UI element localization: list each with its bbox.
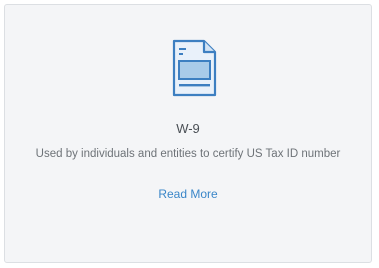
form-card[interactable]: W-9 Used by individuals and entities to … [4, 4, 372, 263]
read-more-link[interactable]: Read More [5, 187, 371, 201]
card-title: W-9 [176, 121, 200, 136]
card-description: Used by individuals and entities to cert… [35, 148, 341, 160]
document-form-icon [172, 39, 217, 97]
